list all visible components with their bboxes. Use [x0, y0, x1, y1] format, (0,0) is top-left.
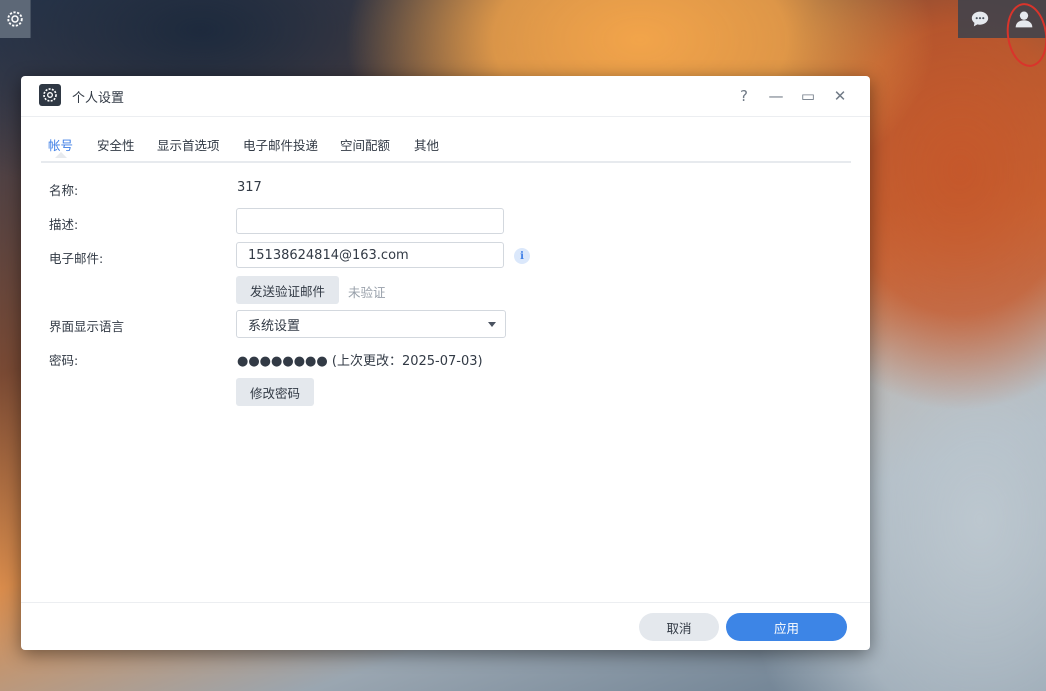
name-value: 317 — [237, 180, 262, 195]
verification-status: 未验证 — [348, 285, 386, 300]
active-tab-indicator — [55, 152, 67, 158]
change-password-button[interactable]: 修改密码 — [236, 378, 315, 406]
email-label: 电子邮件: — [49, 251, 104, 266]
tab-display-preferences[interactable]: 显示首选项 — [157, 135, 220, 154]
name-label: 名称: — [49, 183, 79, 198]
password-value: ●●●●●●●● (上次更改：2025-07-03) — [237, 354, 483, 369]
tab-other[interactable]: 其他 — [414, 135, 439, 154]
language-label: 界面显示语言 — [49, 319, 125, 334]
window-title: 个人设置 — [72, 91, 125, 106]
language-select[interactable]: 系统设置 — [236, 310, 506, 338]
maximize-button[interactable]: ▭ — [792, 84, 824, 108]
password-label: 密码: — [49, 353, 79, 368]
tab-security[interactable]: 安全性 — [97, 135, 135, 154]
info-icon[interactable]: i — [514, 248, 530, 264]
send-verification-email-button[interactable]: 发送验证邮件 — [236, 276, 340, 304]
minimize-button[interactable]: — — [760, 84, 792, 108]
desktop-settings-icon[interactable] — [0, 0, 31, 38]
gear-icon — [7, 11, 23, 27]
app-icon — [39, 84, 61, 106]
description-label: 描述: — [49, 217, 79, 232]
apply-button[interactable]: 应用 — [726, 613, 847, 641]
help-button[interactable]: ? — [728, 84, 760, 108]
settings-tabs: 帐号 安全性 显示首选项 电子邮件投递 空间配额 其他 — [41, 116, 851, 163]
email-input[interactable] — [236, 242, 504, 268]
chat-icon — [971, 11, 989, 27]
window-footer: 取消 应用 — [21, 602, 870, 651]
window-controls: ? — ▭ ✕ — [728, 84, 856, 108]
tab-quota[interactable]: 空间配额 — [340, 135, 390, 154]
close-button[interactable]: ✕ — [824, 84, 856, 108]
tab-email-delivery[interactable]: 电子邮件投递 — [243, 135, 318, 154]
personal-settings-window: 个人设置 ? — ▭ ✕ 帐号 安全性 显示首选项 电子邮件投递 空间配额 其他… — [21, 76, 870, 650]
chevron-down-icon — [488, 322, 496, 327]
gear-icon — [43, 88, 57, 102]
language-select-value: 系统设置 — [248, 318, 301, 334]
chat-button[interactable] — [965, 4, 995, 34]
cancel-button[interactable]: 取消 — [639, 613, 719, 641]
description-input[interactable] — [236, 208, 504, 234]
window-titlebar[interactable]: 个人设置 ? — ▭ ✕ — [21, 76, 870, 117]
